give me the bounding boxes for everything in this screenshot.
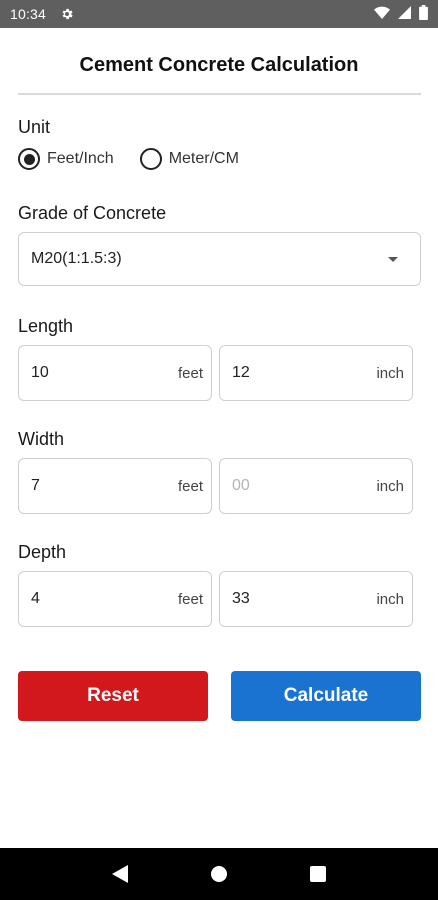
radio-unchecked-icon <box>139 148 162 170</box>
depth-inch-field[interactable]: inch <box>219 571 413 627</box>
battery-icon <box>419 5 428 23</box>
width-feet-input[interactable] <box>31 477 151 495</box>
gear-icon <box>60 7 74 21</box>
home-circle-icon[interactable] <box>199 854 239 894</box>
radio-feet-inch-label: Feet/Inch <box>47 150 114 167</box>
reset-button[interactable]: Reset <box>18 671 208 721</box>
depth-label: Depth <box>18 542 67 562</box>
grade-select[interactable]: M20(1:1.5:3) <box>18 232 421 286</box>
width-label: Width <box>18 429 65 449</box>
status-time: 10:34 <box>10 6 47 22</box>
length-label: Length <box>18 316 74 336</box>
length-feet-field[interactable]: feet <box>18 345 212 401</box>
depth-inch-unit: inch <box>376 590 404 608</box>
page-title: Cement Concrete Calculation <box>79 54 359 76</box>
system-nav-bar <box>0 848 438 900</box>
width-inch-unit: inch <box>376 477 404 495</box>
calculate-button[interactable]: Calculate <box>231 671 421 721</box>
width-inch-field[interactable]: inch <box>219 458 413 514</box>
back-triangle-icon[interactable] <box>100 854 140 894</box>
dropdown-caret-icon <box>388 256 398 262</box>
depth-inch-input[interactable] <box>232 590 352 608</box>
depth-feet-unit: feet <box>177 590 203 608</box>
radio-meter-cm-label: Meter/CM <box>168 150 239 167</box>
depth-feet-field[interactable]: feet <box>18 571 212 627</box>
recents-square-icon[interactable] <box>298 854 338 894</box>
length-inch-unit: inch <box>376 364 404 382</box>
length-inch-input[interactable] <box>232 364 352 382</box>
length-feet-unit: feet <box>177 364 203 382</box>
width-feet-unit: feet <box>177 477 203 495</box>
grade-selected-value: M20(1:1.5:3) <box>31 250 122 267</box>
radio-feet-inch[interactable]: Feet/Inch <box>18 148 114 170</box>
signal-icon <box>398 6 411 22</box>
wifi-icon <box>374 6 390 23</box>
status-bar: 10:34 <box>0 0 438 28</box>
radio-meter-cm[interactable]: Meter/CM <box>139 148 239 170</box>
grade-label: Grade of Concrete <box>18 203 167 223</box>
unit-label: Unit <box>18 117 51 137</box>
length-feet-input[interactable] <box>31 364 151 382</box>
width-inch-input[interactable] <box>232 477 352 495</box>
width-feet-field[interactable]: feet <box>18 458 212 514</box>
radio-checked-icon <box>18 148 40 170</box>
length-inch-field[interactable]: inch <box>219 345 413 401</box>
depth-feet-input[interactable] <box>31 590 151 608</box>
unit-radio-group: Feet/Inch Meter/CM <box>18 148 239 170</box>
title-divider <box>18 93 421 95</box>
